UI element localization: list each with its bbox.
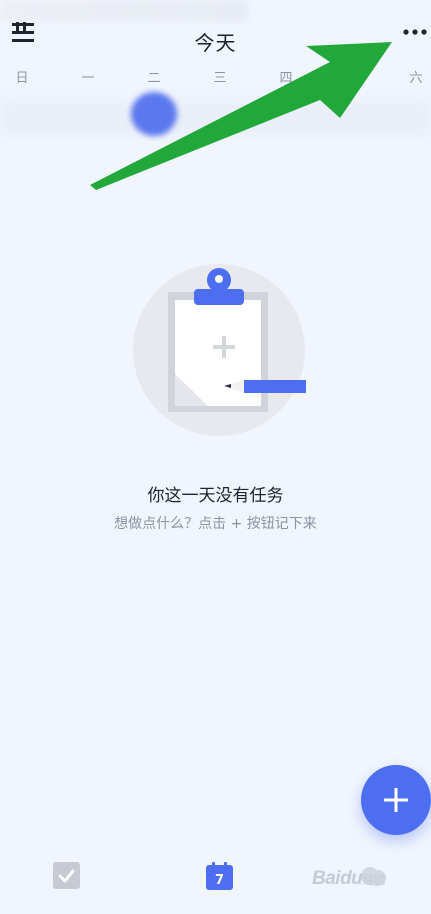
- status-bar: [0, 0, 248, 22]
- calendar-icon: 7: [206, 862, 233, 890]
- watermark-suffix: 经验: [362, 873, 386, 887]
- tab-tasks[interactable]: [53, 862, 80, 889]
- watermark-brand: Baidu: [312, 868, 363, 889]
- calendar-day-number: 7: [215, 873, 224, 888]
- weekday-tue: 二: [147, 71, 161, 86]
- weekday-sat: 六: [409, 71, 423, 86]
- weekday-mon: 一: [81, 71, 95, 86]
- date-strip[interactable]: [0, 100, 431, 136]
- annotation-arrow: [90, 42, 392, 190]
- plus-icon: [384, 788, 408, 812]
- weekday-wed: 三: [213, 71, 227, 86]
- empty-state-hint: 想做点什么？点击 + 按钮记下来: [114, 516, 317, 532]
- weekday-header: 日 一 二 三 四 五 六: [0, 67, 431, 86]
- tab-calendar[interactable]: 7: [206, 862, 233, 890]
- watermark: Baidu经验: [312, 868, 430, 892]
- empty-clipboard-illustration: [133, 264, 306, 436]
- empty-state-title: 你这一天没有任务: [147, 486, 284, 506]
- more-icon[interactable]: [398, 24, 431, 42]
- page-title: 今天: [194, 31, 237, 55]
- checkbox-icon: [53, 862, 80, 889]
- add-task-button[interactable]: [361, 765, 431, 835]
- weekday-thu: 四: [279, 71, 293, 86]
- weekday-fri: 五: [345, 71, 359, 86]
- selected-day-marker[interactable]: [131, 92, 177, 136]
- weekday-sun: 日: [15, 71, 29, 86]
